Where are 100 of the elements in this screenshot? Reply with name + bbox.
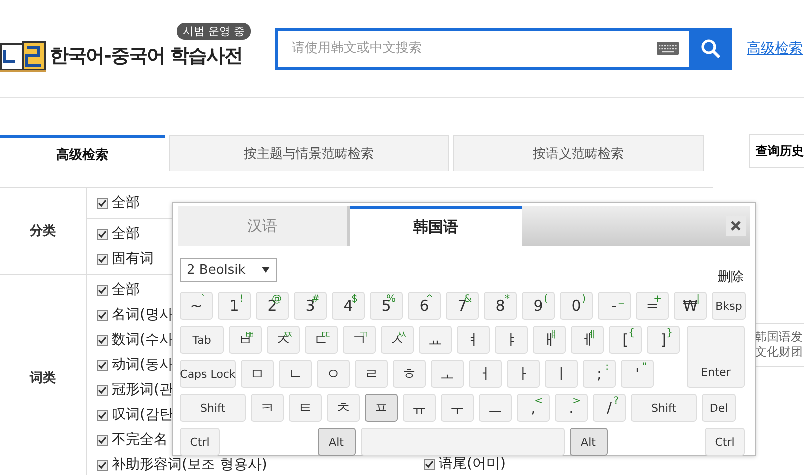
keyboard-key[interactable]: /?	[593, 394, 626, 422]
checkbox[interactable]	[97, 228, 108, 240]
tab[interactable]: 按语义范畴检索	[453, 135, 704, 171]
keyboard-key[interactable]: ㅗ	[431, 360, 464, 388]
logo-icon	[0, 40, 46, 72]
keyboard-key[interactable]: ㅓ	[469, 360, 502, 388]
keyboard-key[interactable]: Alt	[570, 428, 608, 456]
keyboard-key[interactable]: ㅈㅉ	[267, 326, 300, 354]
keyboard-key[interactable]: 3#	[294, 292, 327, 320]
checkbox[interactable]	[424, 458, 435, 470]
option-label: 固有词	[112, 250, 154, 268]
keyboard-key[interactable]: 2@	[256, 292, 289, 320]
checkbox[interactable]	[97, 460, 108, 470]
close-button[interactable]	[726, 216, 746, 236]
search-field[interactable]: 请使用韩文或中文搜索	[275, 28, 689, 70]
checkbox[interactable]	[97, 384, 108, 396]
keyboard-key[interactable]: [{	[609, 326, 642, 354]
keyboard-key[interactable]: ㄹ	[355, 360, 388, 388]
keyboard-key[interactable]: ㅊ	[327, 394, 360, 422]
option-label: 冠形词(관	[112, 381, 174, 399]
keyboard-key[interactable]: ㄷㄸ	[305, 326, 338, 354]
keyboard-key[interactable]: ,<	[517, 394, 550, 422]
checkbox[interactable]	[97, 334, 108, 346]
option-label: 叹词(감탄	[112, 406, 174, 424]
keyboard-key[interactable]: 5%	[370, 292, 403, 320]
keyboard-key[interactable]: =+	[636, 292, 669, 320]
keyboard-key[interactable]: ㅏ	[507, 360, 540, 388]
keyboard-tab[interactable]: 韩国语	[350, 206, 522, 246]
keyboard-key[interactable]: ㅜ	[441, 394, 474, 422]
keyboard-key[interactable]: ㅎ	[393, 360, 426, 388]
filter-label: 分类	[30, 223, 56, 240]
filter-label: 词类	[30, 370, 56, 386]
option-label: 全部	[112, 225, 140, 243]
checkbox[interactable]	[97, 410, 108, 420]
keyboard-key[interactable]: ㅂㅃ	[229, 326, 262, 354]
history-text: 韩国语发	[755, 330, 803, 345]
keyboard-key[interactable]: ₩|	[674, 292, 707, 320]
advanced-search-link[interactable]: 高级检索	[747, 40, 803, 58]
search-button[interactable]	[689, 28, 732, 70]
keyboard-key[interactable]: ㅔㅖ	[571, 326, 604, 354]
keyboard-key[interactable]: 1!	[218, 292, 251, 320]
keyboard-key[interactable]: 0)	[560, 292, 593, 320]
keyboard-key[interactable]: 8*	[484, 292, 517, 320]
keyboard-key[interactable]: ㅛ	[419, 326, 452, 354]
keyboard-key[interactable]: ㅑ	[495, 326, 528, 354]
keyboard-key[interactable]: .>	[555, 394, 588, 422]
keyboard-key[interactable]: 9(	[522, 292, 555, 320]
keyboard-key[interactable]: ㅇ	[317, 360, 350, 388]
trial-badge: 시범 운영 중	[177, 22, 251, 40]
checkbox[interactable]	[97, 434, 108, 446]
enter-key[interactable]: Enter	[687, 326, 745, 388]
tab[interactable]: 按主题与情景范畴检索	[169, 135, 449, 171]
keyboard-key[interactable]: ㄴ	[279, 360, 312, 388]
keyboard-key[interactable]: ㅠ	[403, 394, 436, 422]
clear-button[interactable]: 删除	[718, 268, 744, 286]
history-title: 查询历史	[756, 142, 804, 160]
keyboard-key[interactable]: ; :	[583, 360, 616, 388]
history-text: 文化财团	[755, 345, 803, 360]
keyboard-key[interactable]: ~`	[180, 292, 213, 320]
keyboard-key[interactable]: ㅡ	[479, 394, 512, 422]
keyboard-key[interactable]: ㅕ	[457, 326, 490, 354]
keyboard-key[interactable]: Alt	[318, 428, 356, 456]
keyboard-key[interactable]: 7&	[446, 292, 479, 320]
keyboard-key[interactable]: ]}	[647, 326, 680, 354]
option-label: 补助形容词(보조 형용사)	[112, 456, 268, 474]
keyboard-key[interactable]: Ctrl	[180, 428, 220, 456]
keyboard-key[interactable]: ㅍ	[365, 394, 398, 422]
option-label: 数词(수사	[112, 331, 174, 349]
keyboard-key[interactable]: Caps Lock	[180, 360, 236, 388]
keyboard-key[interactable]: ㅌ	[289, 394, 322, 422]
keyboard-key[interactable]: Shift	[631, 394, 697, 422]
checkbox[interactable]	[97, 310, 108, 320]
keyboard-key[interactable]: ㅣ	[545, 360, 578, 388]
keyboard-key[interactable]: -_	[598, 292, 631, 320]
option-label: 动词(동사	[112, 356, 174, 374]
keyboard-key[interactable]: Shift	[180, 394, 246, 422]
keyboard-key[interactable]: 4$	[332, 292, 365, 320]
keyboard-icon[interactable]	[657, 42, 679, 55]
search-icon	[700, 38, 720, 58]
keyboard-key[interactable]: 6^	[408, 292, 441, 320]
checkbox[interactable]	[97, 360, 108, 370]
logo-text: 한국어-중국어 학습사전	[50, 44, 243, 68]
close-icon	[731, 221, 741, 231]
keyboard-key[interactable]: ㅁ	[241, 360, 274, 388]
keyboard-key[interactable]: Tab	[180, 326, 224, 354]
keyboard-key[interactable]: ' "	[621, 360, 654, 388]
keyboard-key[interactable]: Ctrl	[705, 428, 745, 456]
checkbox[interactable]	[97, 284, 108, 296]
option-label: 全部	[112, 281, 140, 299]
checkbox[interactable]	[97, 198, 108, 208]
keyboard-key[interactable]: Bksp	[712, 292, 746, 320]
keyboard-key[interactable]: ㅐㅒ	[533, 326, 566, 354]
option-label: 语尾(어미)	[439, 455, 506, 473]
keyboard-key[interactable]: ㄱㄲ	[343, 326, 376, 354]
option-label: 全部	[112, 194, 140, 212]
checkbox[interactable]	[97, 254, 108, 264]
keyboard-key[interactable]: Del	[702, 394, 736, 422]
keyboard-key[interactable]: ㅋ	[251, 394, 284, 422]
keyboard-key[interactable]: ㅅㅆ	[381, 326, 414, 354]
layout-select[interactable]: 2 Beolsik	[180, 258, 277, 282]
